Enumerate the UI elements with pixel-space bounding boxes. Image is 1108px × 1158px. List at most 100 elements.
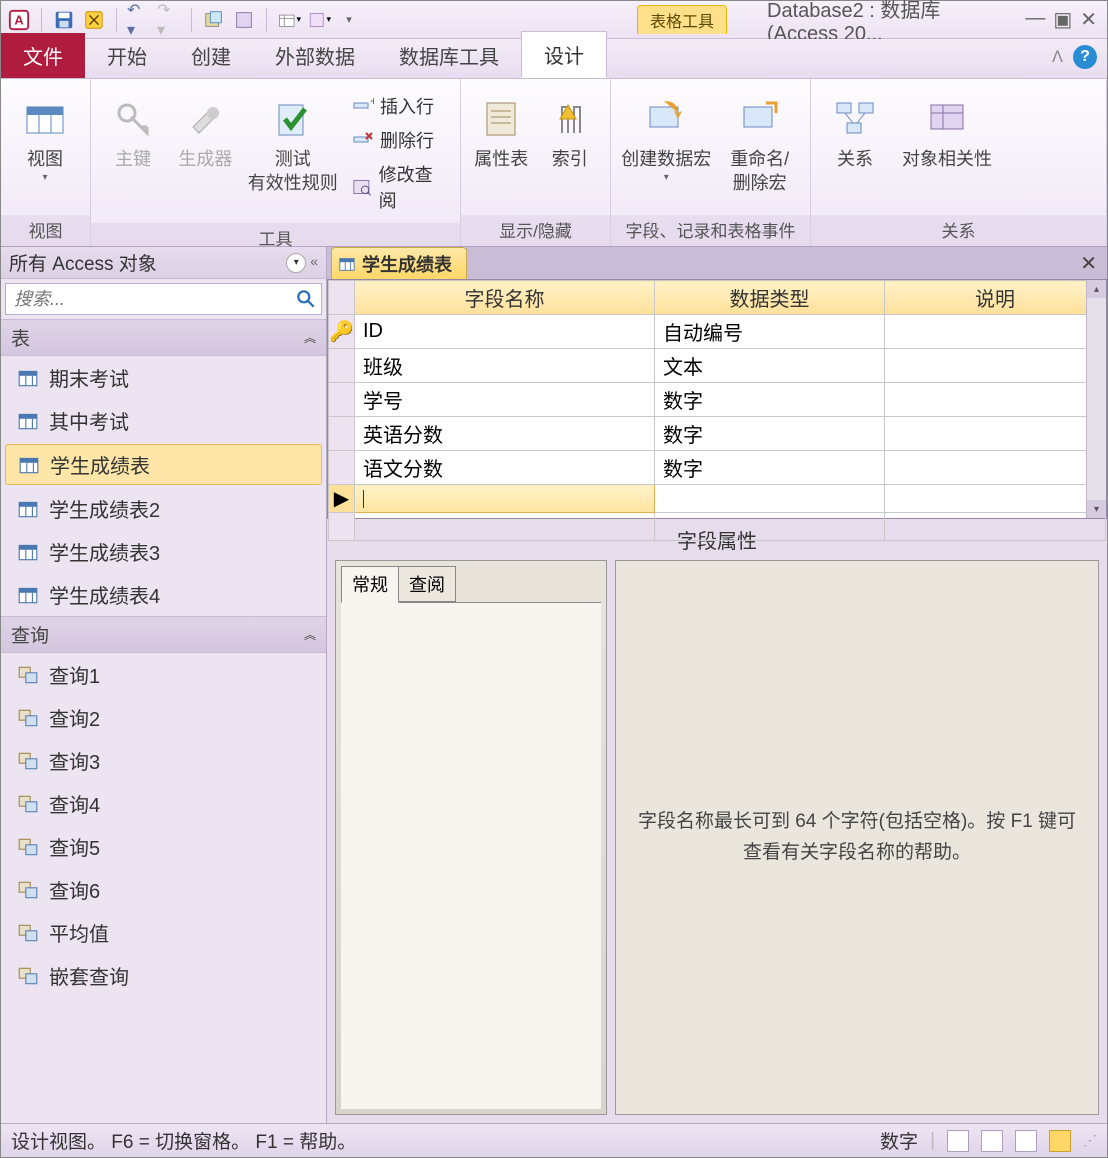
qat-btn3-icon[interactable]: ▾ — [277, 8, 301, 32]
nav-table-item[interactable]: 其中考试 — [1, 399, 326, 442]
help-icon[interactable]: ? — [1073, 45, 1097, 69]
nav-query-item[interactable]: 查询5 — [1, 825, 326, 868]
tab-close-icon[interactable]: ✕ — [1080, 251, 1097, 276]
view-pivot-icon[interactable] — [981, 1130, 1003, 1152]
row-selector[interactable] — [329, 513, 355, 541]
modify-lookup-button[interactable]: 修改查阅 — [348, 159, 450, 215]
delete-row-button[interactable]: 删除行 — [348, 125, 450, 155]
status-bar: 设计视图。 F6 = 切换窗格。 F1 = 帮助。 数字 | ⋰ — [1, 1123, 1107, 1157]
redo-icon[interactable]: ↷ ▾ — [157, 8, 181, 32]
description-cell[interactable] — [885, 485, 1106, 513]
dependencies-button[interactable]: 对象相关性 — [897, 87, 997, 171]
qat-btn1-icon[interactable] — [202, 8, 226, 32]
col-description[interactable]: 说明 — [885, 281, 1106, 315]
group-view-label: 视图 — [1, 215, 90, 246]
nav-table-item[interactable]: 期末考试 — [1, 356, 326, 399]
data-type-cell[interactable]: 数字 — [655, 417, 885, 451]
nav-query-item[interactable]: 嵌套查询 — [1, 954, 326, 997]
search-icon[interactable] — [295, 288, 317, 310]
row-selector[interactable] — [329, 417, 355, 451]
field-name-cell[interactable]: ID — [355, 315, 655, 349]
create-macro-button[interactable]: 创建数据宏▾ — [621, 87, 711, 185]
nav-search[interactable] — [5, 283, 322, 315]
nav-query-item[interactable]: 查询1 — [1, 653, 326, 696]
nav-table-item[interactable]: 学生成绩表2 — [1, 487, 326, 530]
nav-query-item[interactable]: 查询2 — [1, 696, 326, 739]
tab-home[interactable]: 开始 — [85, 33, 169, 78]
insert-row-button[interactable]: +插入行 — [348, 91, 450, 121]
nav-table-item[interactable]: 学生成绩表 — [5, 444, 322, 485]
description-cell[interactable] — [885, 451, 1106, 485]
row-selector[interactable] — [329, 349, 355, 383]
prop-tab-lookup[interactable]: 查阅 — [399, 566, 456, 602]
nav-query-item[interactable]: 查询6 — [1, 868, 326, 911]
nav-query-item[interactable]: 平均值 — [1, 911, 326, 954]
description-cell[interactable] — [885, 383, 1106, 417]
qat-customize-icon[interactable]: ▾ — [337, 8, 361, 32]
data-type-cell[interactable] — [655, 485, 885, 513]
view-design-icon[interactable] — [1049, 1130, 1071, 1152]
view-chart-icon[interactable] — [1015, 1130, 1037, 1152]
svg-text:+: + — [370, 95, 374, 108]
undo-icon[interactable]: ↶ ▾ — [127, 8, 151, 32]
tab-file[interactable]: 文件 — [1, 33, 85, 78]
tab-design[interactable]: 设计 — [521, 31, 607, 78]
row-selector-header[interactable] — [329, 281, 355, 315]
close-icon[interactable]: ✕ — [1080, 7, 1097, 32]
test-rules-button[interactable]: 测试 有效性规则 — [246, 87, 340, 196]
rename-macro-button[interactable]: 重命名/ 删除宏 — [719, 87, 800, 196]
data-type-cell[interactable]: 自动编号 — [655, 315, 885, 349]
field-name-cell[interactable] — [355, 485, 655, 513]
maximize-icon[interactable]: ▣ — [1053, 7, 1072, 32]
indexes-button[interactable]: 索引 — [540, 87, 601, 171]
resize-grip-icon[interactable]: ⋰ — [1083, 1132, 1097, 1149]
view-datasheet-icon[interactable] — [947, 1130, 969, 1152]
property-sheet-button[interactable]: 属性表 — [471, 87, 532, 171]
nav-table-item[interactable]: 学生成绩表4 — [1, 573, 326, 616]
nav-query-item[interactable]: 查询4 — [1, 782, 326, 825]
prop-tab-general[interactable]: 常规 — [341, 566, 399, 603]
builder-button[interactable]: 生成器 — [173, 87, 237, 171]
tab-external[interactable]: 外部数据 — [253, 33, 377, 78]
minimize-icon[interactable]: — — [1025, 7, 1045, 32]
data-type-cell[interactable]: 数字 — [655, 383, 885, 417]
field-name-cell[interactable]: 班级 — [355, 349, 655, 383]
contextual-tab-label: 表格工具 — [637, 5, 727, 34]
nav-group-tables[interactable]: 表︽ — [1, 319, 326, 356]
compact-icon[interactable] — [82, 8, 106, 32]
field-name-cell[interactable]: 语文分数 — [355, 451, 655, 485]
nav-dropdown-icon[interactable]: ▾ — [286, 253, 306, 273]
nav-header[interactable]: 所有 Access 对象 ▾« — [1, 247, 326, 279]
tab-create[interactable]: 创建 — [169, 33, 253, 78]
qat-btn4-icon[interactable]: ▾ — [307, 8, 331, 32]
field-name-cell[interactable]: 学号 — [355, 383, 655, 417]
nav-query-item[interactable]: 查询3 — [1, 739, 326, 782]
tab-dbtools[interactable]: 数据库工具 — [377, 33, 521, 78]
col-data-type[interactable]: 数据类型 — [655, 281, 885, 315]
window-controls: — ▣ ✕ — [1015, 7, 1107, 32]
property-body[interactable] — [341, 602, 601, 1109]
view-button[interactable]: 视图▾ — [11, 87, 79, 185]
nav-table-item[interactable]: 学生成绩表3 — [1, 530, 326, 573]
row-selector[interactable]: ▶ — [329, 485, 355, 513]
document-tab[interactable]: 学生成绩表 — [331, 247, 467, 280]
row-selector[interactable]: 🔑 — [329, 315, 355, 349]
data-type-cell[interactable]: 数字 — [655, 451, 885, 485]
row-selector[interactable] — [329, 383, 355, 417]
nav-collapse-icon[interactable]: « — [310, 253, 318, 273]
row-selector[interactable] — [329, 451, 355, 485]
qat-btn2-icon[interactable] — [232, 8, 256, 32]
vertical-scrollbar[interactable]: ▴▾ — [1086, 280, 1106, 518]
ribbon-collapse-icon[interactable]: ᐱ — [1052, 47, 1063, 67]
save-icon[interactable] — [52, 8, 76, 32]
description-cell[interactable] — [885, 315, 1106, 349]
field-name-cell[interactable]: 英语分数 — [355, 417, 655, 451]
primary-key-button[interactable]: 主键 — [101, 87, 165, 171]
nav-group-queries[interactable]: 查询︽ — [1, 616, 326, 653]
relationships-button[interactable]: 关系 — [821, 87, 889, 171]
description-cell[interactable] — [885, 417, 1106, 451]
description-cell[interactable] — [885, 349, 1106, 383]
data-type-cell[interactable]: 文本 — [655, 349, 885, 383]
search-input[interactable] — [6, 289, 295, 310]
col-field-name[interactable]: 字段名称 — [355, 281, 655, 315]
